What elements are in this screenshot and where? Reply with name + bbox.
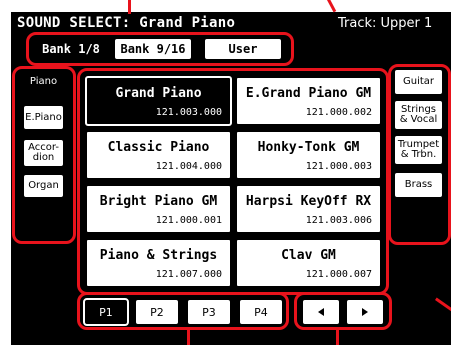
page-buttons-highlight <box>77 292 289 330</box>
annotation-leader <box>327 0 337 13</box>
right-tabs-highlight <box>388 64 451 245</box>
sound-grid-highlight <box>77 68 389 295</box>
arrow-buttons-highlight <box>294 292 392 330</box>
track-label: Track: Upper 1 <box>338 16 433 31</box>
page-title: SOUND SELECT: Grand Piano <box>17 15 236 31</box>
bank-buttons-highlight <box>26 32 294 66</box>
title-bar: SOUND SELECT: Grand Piano Track: Upper 1 <box>13 14 451 33</box>
annotation-leader <box>128 0 131 14</box>
annotation-leader <box>336 330 339 345</box>
annotation-leader <box>187 330 190 345</box>
left-tabs-highlight <box>12 66 76 244</box>
